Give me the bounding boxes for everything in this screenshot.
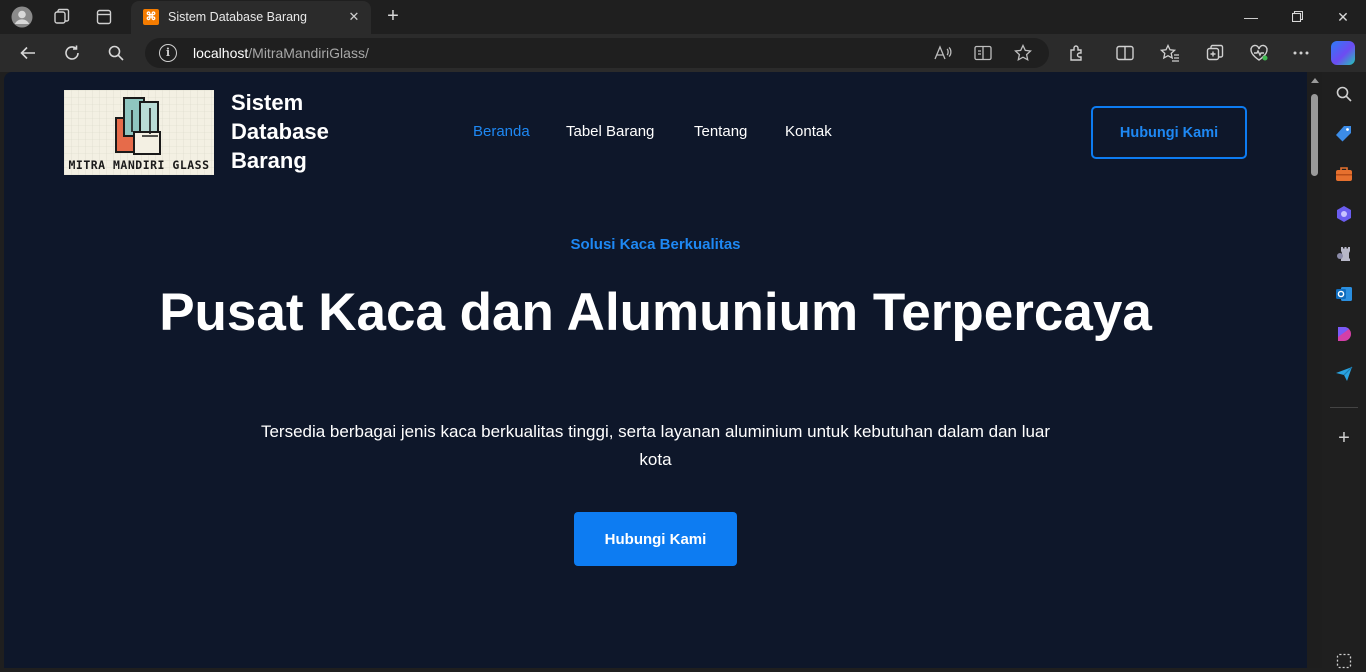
split-screen-icon[interactable] bbox=[1115, 43, 1135, 63]
collections-icon[interactable] bbox=[1205, 43, 1225, 63]
logo-wordmark: MITRA MANDIRI GLASS bbox=[68, 158, 210, 172]
page-scrollbar[interactable] bbox=[1307, 72, 1322, 668]
site-brand-name[interactable]: Sistem Database Barang bbox=[231, 88, 381, 175]
hero-subtitle: Tersedia berbagai jenis kaca berkualitas… bbox=[260, 422, 1051, 469]
browser-essentials-icon[interactable] bbox=[1249, 43, 1269, 63]
shopping-tag-icon[interactable] bbox=[1333, 123, 1355, 145]
extensions-icon[interactable] bbox=[1067, 43, 1087, 63]
restore-icon[interactable] bbox=[1285, 5, 1309, 29]
nav-link-tabel-barang[interactable]: Tabel Barang bbox=[566, 123, 654, 140]
company-logo[interactable]: MITRA MANDIRI GLASS bbox=[64, 90, 214, 175]
hero-contact-button[interactable]: Hubungi Kami bbox=[574, 512, 737, 566]
nav-link-kontak[interactable]: Kontak bbox=[785, 123, 832, 140]
address-bar[interactable]: i localhost/MitraMandiriGlass/ bbox=[145, 38, 1049, 68]
close-tab-icon[interactable]: ✕ bbox=[345, 8, 363, 26]
scroll-up-arrow-icon[interactable] bbox=[1311, 78, 1319, 83]
send-icon[interactable] bbox=[1333, 363, 1355, 385]
address-text[interactable]: localhost/MitraMandiriGlass/ bbox=[193, 45, 369, 61]
tab-actions-icon[interactable] bbox=[92, 5, 116, 29]
hero-headline: Pusat Kaca dan Alumunium Terpercaya bbox=[159, 283, 1152, 342]
back-icon[interactable] bbox=[16, 41, 40, 65]
nav-link-beranda[interactable]: Beranda bbox=[473, 123, 530, 140]
nav-link-tentang[interactable]: Tentang bbox=[694, 123, 747, 140]
favorites-icon[interactable] bbox=[1160, 43, 1180, 63]
tab-bar: ⌘ Sistem Database Barang ✕ + — ✕ bbox=[0, 0, 1366, 34]
minimize-icon[interactable]: — bbox=[1239, 5, 1263, 29]
scroll-thumb[interactable] bbox=[1311, 94, 1318, 176]
close-window-icon[interactable]: ✕ bbox=[1331, 5, 1355, 29]
profile-icon[interactable] bbox=[10, 5, 34, 29]
edge-sidebar: + bbox=[1322, 72, 1366, 669]
xampp-favicon-icon: ⌘ bbox=[143, 9, 159, 25]
tools-briefcase-icon[interactable] bbox=[1333, 163, 1355, 185]
copilot-sidebar-icon[interactable] bbox=[1333, 203, 1355, 225]
copilot-icon[interactable] bbox=[1331, 41, 1355, 65]
search-icon[interactable] bbox=[104, 41, 128, 65]
sidebar-settings-icon[interactable] bbox=[1333, 650, 1355, 672]
active-tab[interactable]: ⌘ Sistem Database Barang ✕ bbox=[131, 1, 371, 34]
tab-title: Sistem Database Barang bbox=[168, 10, 307, 24]
workspaces-icon[interactable] bbox=[50, 5, 74, 29]
sidebar-divider bbox=[1330, 407, 1358, 408]
page-viewport: MITRA MANDIRI GLASS Sistem Database Bara… bbox=[4, 72, 1307, 668]
add-sidebar-app-icon[interactable]: + bbox=[1333, 427, 1355, 449]
games-icon[interactable] bbox=[1333, 243, 1355, 265]
outlook-icon[interactable] bbox=[1333, 283, 1355, 305]
new-tab-icon[interactable]: + bbox=[381, 5, 405, 29]
hero-eyebrow: Solusi Kaca Berkualitas bbox=[570, 236, 741, 253]
sidebar-search-icon[interactable] bbox=[1333, 83, 1355, 105]
immersive-reader-icon[interactable] bbox=[973, 43, 993, 63]
favorite-star-icon[interactable] bbox=[1013, 43, 1033, 63]
refresh-icon[interactable] bbox=[60, 41, 84, 65]
browser-toolbar: i localhost/MitraMandiriGlass/ bbox=[0, 34, 1366, 72]
designer-icon[interactable] bbox=[1333, 323, 1355, 345]
header-contact-button[interactable]: Hubungi Kami bbox=[1091, 106, 1247, 159]
more-menu-icon[interactable] bbox=[1291, 43, 1311, 63]
read-aloud-icon[interactable] bbox=[933, 43, 953, 63]
site-info-icon[interactable]: i bbox=[159, 44, 177, 62]
